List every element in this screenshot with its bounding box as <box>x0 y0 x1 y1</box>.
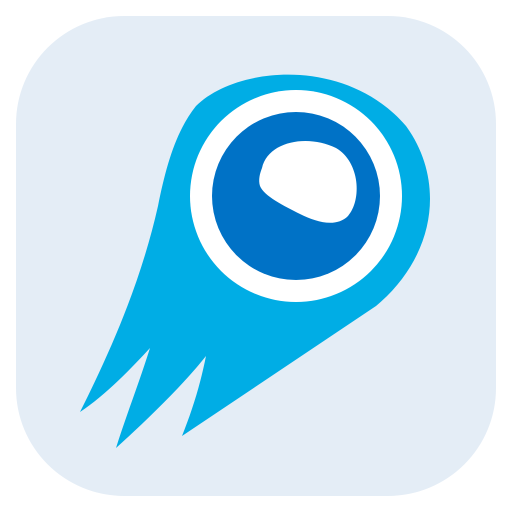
screenshot-canvas <box>0 0 512 512</box>
comet-logo-icon <box>16 16 496 496</box>
app-icon-tile[interactable] <box>16 16 496 496</box>
